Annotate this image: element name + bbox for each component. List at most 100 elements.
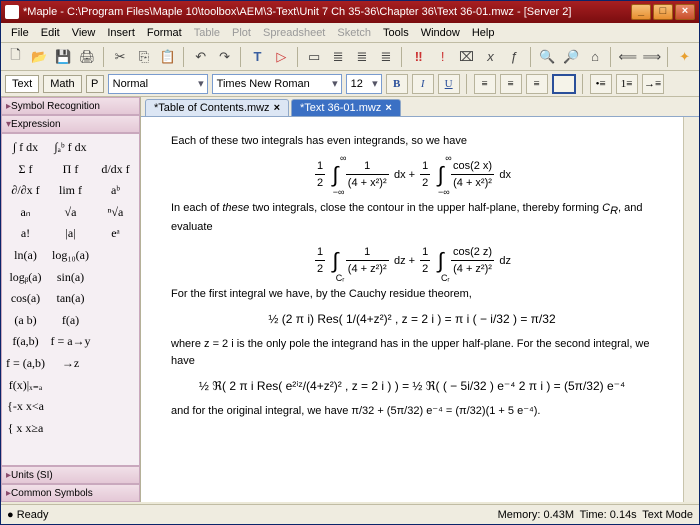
home-button[interactable]: ⌂ [585,46,606,68]
menu-sketch[interactable]: Sketch [331,25,377,41]
font-select[interactable]: Times New Roman [212,74,342,94]
menu-file[interactable]: File [5,25,35,41]
palette-expression[interactable]: Expression [1,115,140,133]
expression-template[interactable] [49,419,92,439]
expression-template[interactable]: ∫ₐᵇ f dx [49,138,92,158]
menu-table[interactable]: Table [188,25,226,41]
text-button[interactable]: T [247,46,268,68]
expression-template[interactable]: f(a,b) [4,332,47,352]
vertical-scrollbar[interactable] [683,117,699,502]
x-button[interactable]: x [480,46,501,68]
align-right-button[interactable]: ≡ [526,74,548,94]
expression-template[interactable] [94,289,137,309]
size-select[interactable]: 12 [346,74,382,94]
menu-window[interactable]: Window [415,25,466,41]
expression-template[interactable] [94,419,137,439]
clear-button[interactable]: ⌧ [456,46,477,68]
menu-view[interactable]: View [66,25,102,41]
rows3-button[interactable]: ≣ [375,46,396,68]
print-button[interactable]: 🖨 [77,46,98,68]
copy-button[interactable]: ⎘ [133,46,154,68]
expression-template[interactable] [49,397,92,417]
expression-template[interactable] [94,311,137,331]
menu-tools[interactable]: Tools [377,25,415,41]
expression-template[interactable] [94,376,137,396]
tab-text-36-01[interactable]: *Text 36-01.mwz× [291,99,401,116]
expression-template[interactable] [49,376,92,396]
forward-button[interactable]: ⟹ [641,46,662,68]
italic-button[interactable]: I [412,74,434,94]
fx-button[interactable]: ƒ [504,46,525,68]
menu-help[interactable]: Help [466,25,501,41]
expression-template[interactable]: a! [4,224,47,244]
expression-template[interactable]: |a| [49,224,92,244]
prompt-button[interactable]: ▷ [271,46,292,68]
expression-template[interactable]: {-x x<a [4,397,47,417]
paste-button[interactable]: 📋 [157,46,178,68]
palette-symbol-recognition[interactable]: Symbol Recognition [1,97,140,115]
expression-template[interactable]: (a b) [4,311,47,331]
expression-template[interactable]: Σ f [4,160,47,180]
menu-format[interactable]: Format [141,25,188,41]
expression-template[interactable]: cos(a) [4,289,47,309]
expression-template[interactable]: aᵇ [94,181,137,201]
expression-template[interactable]: ∫ f dx [4,138,47,158]
block-button[interactable]: ▭ [304,46,325,68]
expression-template[interactable] [94,268,137,288]
menu-plot[interactable]: Plot [226,25,257,41]
expression-template[interactable]: f(x)|ₓ₌ₐ [4,376,47,396]
text-mode-tab[interactable]: Text [5,75,39,93]
open-button[interactable]: 📂 [29,46,50,68]
expression-template[interactable]: logᵦ(a) [4,268,47,288]
expression-template[interactable]: { x x≥a [4,419,47,439]
underline-button[interactable]: U [438,74,460,94]
align-left-button[interactable]: ≡ [474,74,496,94]
expression-template[interactable] [94,354,137,374]
expression-template[interactable] [94,246,137,266]
close-icon[interactable]: × [385,102,391,114]
close-icon[interactable]: × [274,102,280,114]
indent-button[interactable]: →≡ [642,74,664,94]
minimize-button[interactable]: _ [631,4,651,20]
bullets-button[interactable]: •≡ [590,74,612,94]
close-button[interactable]: × [675,4,695,20]
expression-template[interactable] [94,332,137,352]
rows-button[interactable]: ≣ [328,46,349,68]
math-mode-tab[interactable]: Math [43,75,81,93]
menu-insert[interactable]: Insert [101,25,141,41]
expression-template[interactable]: log₁₀(a) [49,246,92,266]
back-button[interactable]: ⟸ [617,46,638,68]
undo-button[interactable]: ↶ [190,46,211,68]
expression-template[interactable]: f = (a,b) [4,354,47,374]
expression-template[interactable]: tan(a) [49,289,92,309]
expression-template[interactable]: eᵃ [94,224,137,244]
expression-template[interactable]: →z [49,354,92,374]
stop-button[interactable]: ! [432,46,453,68]
para-button[interactable]: P [86,75,104,93]
execute-button[interactable]: ‼ [408,46,429,68]
redo-button[interactable]: ↷ [214,46,235,68]
expression-template[interactable]: ln(a) [4,246,47,266]
expression-template[interactable]: aₙ [4,203,47,223]
save-button[interactable]: 💾 [53,46,74,68]
expression-template[interactable] [94,397,137,417]
zoomin-button[interactable]: 🔍 [537,46,558,68]
new-button[interactable]: 🗋 [5,46,26,68]
rows2-button[interactable]: ≣ [352,46,373,68]
palette-common-symbols[interactable]: Common Symbols [1,484,140,502]
expression-template[interactable]: sin(a) [49,268,92,288]
expression-template[interactable]: √a [49,203,92,223]
expression-template[interactable]: d/dx f [94,160,137,180]
tab-toc[interactable]: *Table of Contents.mwz× [145,99,289,116]
numlist-button[interactable]: 1≡ [616,74,638,94]
cut-button[interactable]: ✂ [110,46,131,68]
expression-template[interactable]: Π f [49,160,92,180]
expression-template[interactable]: ⁿ√a [94,203,137,223]
style-select[interactable]: Normal [108,74,208,94]
expression-template[interactable]: ∂/∂x f [4,181,47,201]
expression-template[interactable] [94,138,137,158]
palette-units[interactable]: Units (SI) [1,466,140,484]
bold-button[interactable]: B [386,74,408,94]
zoomout-button[interactable]: 🔎 [561,46,582,68]
star-button[interactable]: ✦ [674,46,695,68]
